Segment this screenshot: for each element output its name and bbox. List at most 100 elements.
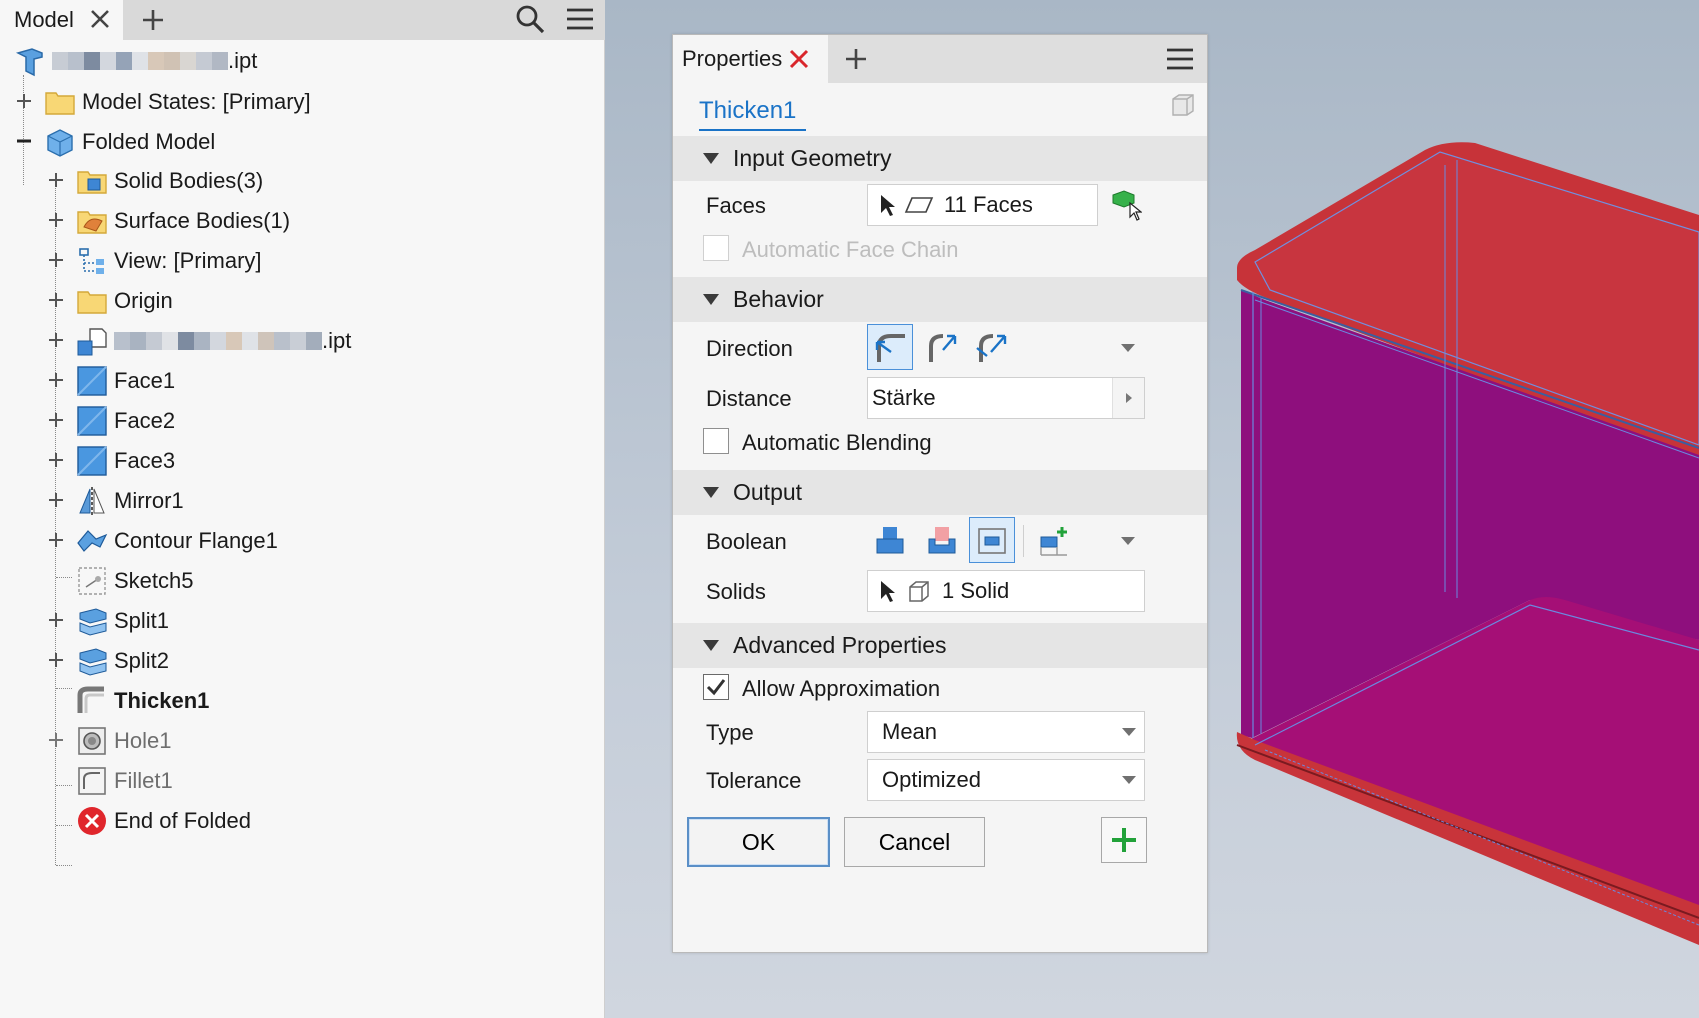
expand-toggle[interactable]: [47, 171, 65, 189]
collapse-triangle-icon: [703, 487, 719, 498]
allow-approximation-checkbox[interactable]: [703, 674, 729, 700]
direction-opposite-icon: [929, 334, 957, 362]
tree-mirror1[interactable]: Mirror1: [76, 481, 184, 521]
auto-face-chain-label: Automatic Face Chain: [742, 237, 959, 262]
expand-toggle[interactable]: [47, 731, 65, 749]
preset-icon[interactable]: [1169, 91, 1197, 125]
tree-surface-bodies[interactable]: Surface Bodies(1): [76, 201, 290, 241]
face-icon: [77, 446, 107, 476]
type-label: Type: [706, 720, 754, 745]
allow-approximation-label: Allow Approximation: [742, 676, 941, 701]
face-icon: [77, 406, 107, 436]
view-rep-icon: [79, 248, 104, 274]
tree-thicken1[interactable]: Thicken1: [76, 681, 209, 721]
split-icon: [79, 608, 107, 636]
expand-toggle[interactable]: [47, 331, 65, 349]
tree-origin[interactable]: Origin: [76, 281, 173, 321]
cancel-button[interactable]: Cancel: [844, 817, 985, 867]
faces-selector[interactable]: 11 Faces: [867, 184, 1098, 226]
expand-toggle[interactable]: [47, 611, 65, 629]
search-icon[interactable]: [513, 2, 547, 36]
tab-model-label: Model: [14, 7, 74, 32]
section-behavior[interactable]: Behavior: [673, 277, 1207, 322]
mirror-icon: [79, 487, 105, 515]
expand-toggle[interactable]: [47, 531, 65, 549]
surface-bodies-icon: [77, 211, 107, 234]
intersect-icon: [978, 528, 1006, 554]
new-solid-button[interactable]: [1031, 517, 1077, 563]
tree-contour-flange1[interactable]: Contour Flange1: [76, 521, 278, 561]
tree-sketch5[interactable]: Sketch5: [76, 561, 194, 601]
tolerance-label: Tolerance: [706, 768, 802, 793]
direction-2-button[interactable]: [919, 324, 965, 370]
section-advanced-properties[interactable]: Advanced Properties: [673, 623, 1207, 668]
direction-symmetric-button[interactable]: [969, 324, 1015, 370]
expand-toggle[interactable]: [47, 651, 65, 669]
boolean-cut-button[interactable]: [919, 517, 965, 563]
expand-toggle[interactable]: [47, 451, 65, 469]
tree-derived-part[interactable]: .ipt: [76, 321, 351, 361]
expand-toggle[interactable]: [47, 411, 65, 429]
expand-toggle[interactable]: [15, 92, 33, 110]
solid-cube-icon: [909, 581, 929, 602]
auto-blending-checkbox[interactable]: [703, 428, 729, 454]
expand-toggle[interactable]: [47, 371, 65, 389]
split-icon: [79, 648, 107, 676]
type-select[interactable]: Mean: [867, 711, 1145, 753]
menu-icon[interactable]: [1163, 42, 1197, 76]
tree-face2[interactable]: Face2: [76, 401, 175, 441]
expand-toggle[interactable]: [47, 291, 65, 309]
contour-flange-icon: [77, 530, 108, 552]
tree-model-states[interactable]: Model States: [Primary]: [44, 82, 311, 122]
tab-properties[interactable]: Properties: [673, 35, 828, 83]
thicken-icon: [77, 686, 104, 713]
tab-properties-label: Properties: [682, 46, 783, 71]
tolerance-select[interactable]: Optimized: [867, 759, 1145, 801]
tab-model[interactable]: Model: [0, 0, 123, 40]
close-properties-icon[interactable]: [786, 46, 812, 78]
tree-root-part[interactable]: .ipt: [14, 41, 257, 81]
add-tab-icon[interactable]: [839, 42, 873, 76]
collapse-toggle[interactable]: [15, 132, 33, 150]
tree-face1[interactable]: Face1: [76, 361, 175, 401]
direction-dropdown-icon[interactable]: [1121, 344, 1135, 352]
direction-1-button[interactable]: [867, 324, 913, 370]
feature-name-field[interactable]: Thicken1: [699, 97, 807, 131]
distance-expand-arrow-icon[interactable]: [1112, 378, 1144, 418]
section-input-geometry[interactable]: Input Geometry: [673, 136, 1207, 181]
expand-toggle[interactable]: [47, 251, 65, 269]
new-solid-icon: [1040, 527, 1067, 556]
face-select-priority-icon[interactable]: [1110, 189, 1143, 227]
collapse-triangle-icon: [703, 294, 719, 305]
tree-view-primary[interactable]: View: [Primary]: [76, 241, 262, 281]
boolean-join-button[interactable]: [867, 517, 913, 563]
tree-split2[interactable]: Split2: [76, 641, 169, 681]
expand-toggle[interactable]: [47, 491, 65, 509]
blurred-filename: [52, 51, 228, 71]
tree-face3[interactable]: Face3: [76, 441, 175, 481]
menu-icon[interactable]: [563, 2, 597, 36]
part-icon: [15, 48, 43, 77]
distance-input[interactable]: Stärke: [867, 377, 1145, 419]
faces-label: Faces: [706, 193, 766, 218]
tree-end-of-folded[interactable]: End of Folded: [76, 801, 251, 841]
solids-label: Solids: [706, 579, 766, 604]
solids-selector[interactable]: 1 Solid: [867, 570, 1145, 612]
expand-toggle[interactable]: [47, 211, 65, 229]
add-tab-icon[interactable]: [136, 3, 170, 37]
tree-hole1[interactable]: Hole1: [76, 721, 171, 761]
boolean-intersect-button[interactable]: [969, 517, 1015, 563]
face-icon: [77, 366, 107, 396]
tree-split1[interactable]: Split1: [76, 601, 169, 641]
tree-fillet1[interactable]: Fillet1: [76, 761, 173, 801]
tree-solid-bodies[interactable]: Solid Bodies(3): [76, 161, 263, 201]
ok-button[interactable]: OK: [687, 817, 830, 867]
boolean-dropdown-icon[interactable]: [1121, 537, 1135, 545]
derived-part-icon: [77, 328, 107, 356]
apply-add-button[interactable]: [1101, 817, 1147, 863]
auto-face-chain-checkbox[interactable]: [703, 235, 729, 261]
hole-icon: [78, 727, 106, 755]
close-tab-icon[interactable]: [86, 5, 114, 33]
tree-folded-model[interactable]: Folded Model: [44, 122, 215, 162]
section-output[interactable]: Output: [673, 470, 1207, 515]
